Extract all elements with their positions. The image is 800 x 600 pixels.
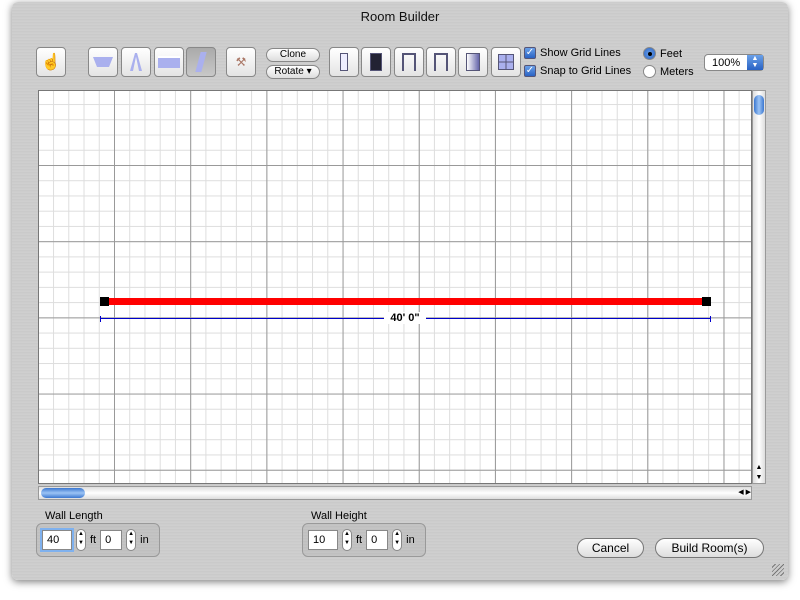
snap-grid-label: Snap to Grid Lines xyxy=(540,65,632,77)
checkmark-icon: ✓ xyxy=(524,47,536,59)
show-grid-label: Show Grid Lines xyxy=(540,47,621,59)
snap-grid-checkbox[interactable]: ✓ Snap to Grid Lines xyxy=(524,65,631,77)
wall-height-label: Wall Height xyxy=(311,510,367,522)
parallel-walls-tool-button[interactable] xyxy=(154,47,184,77)
scroll-arrows[interactable]: ▲ ▼ xyxy=(753,463,765,483)
radio-unselected-icon xyxy=(643,65,656,78)
meters-radio[interactable]: Meters xyxy=(643,65,694,78)
sledgehammer-icon: ⚒ xyxy=(235,55,247,69)
wall-height-group: 10 ▲ ▼ ft 0 ▲ ▼ in xyxy=(302,523,426,557)
cancel-button[interactable]: Cancel xyxy=(577,538,644,558)
wall-endpoint-handle[interactable] xyxy=(702,297,711,306)
angled-walls-icon xyxy=(130,53,142,71)
double-opening-icon xyxy=(434,53,448,71)
arch-icon xyxy=(466,53,480,71)
room-icon xyxy=(93,57,113,67)
build-rooms-button[interactable]: Build Room(s) xyxy=(655,538,764,558)
feet-label: Feet xyxy=(660,47,683,60)
zoom-value: 100% xyxy=(712,57,741,69)
horizontal-scrollbar[interactable]: ◀ ▶ xyxy=(38,486,752,500)
hand-icon: ☝ xyxy=(41,54,61,71)
radio-selected-icon xyxy=(643,47,656,60)
wall-length-in-stepper[interactable]: ▲ ▼ xyxy=(126,529,137,551)
vertical-scrollbar[interactable]: ▲ ▼ xyxy=(752,90,766,484)
in-unit: in xyxy=(140,534,149,546)
arch-tool-button[interactable] xyxy=(458,47,488,77)
checkmark-icon: ✓ xyxy=(524,65,536,77)
hand-tool-button[interactable]: ☝ xyxy=(36,47,66,77)
demolish-tool-button[interactable]: ⚒ xyxy=(226,47,256,77)
in-unit: in xyxy=(406,534,415,546)
floor-plan-canvas[interactable]: 40' 0" xyxy=(38,90,752,484)
window-icon xyxy=(498,54,514,70)
meters-label: Meters xyxy=(660,65,694,78)
scroll-arrows[interactable]: ◀ ▶ xyxy=(738,487,751,499)
window-tool-button[interactable] xyxy=(491,47,521,77)
wall-height-in-stepper[interactable]: ▲ ▼ xyxy=(392,529,403,551)
show-grid-checkbox[interactable]: ✓ Show Grid Lines xyxy=(524,47,621,59)
ft-unit: ft xyxy=(90,534,97,546)
zoom-select[interactable]: 100% ▲ ▼ xyxy=(704,54,764,71)
single-wall-icon xyxy=(195,52,207,72)
resize-grip-icon[interactable] xyxy=(772,564,784,576)
room-tool-button[interactable] xyxy=(88,47,118,77)
dimension-label: 40' 0" xyxy=(384,312,426,324)
feet-radio[interactable]: Feet xyxy=(643,47,682,60)
opening-tool-button[interactable] xyxy=(394,47,424,77)
rotate-menu-button[interactable]: Rotate ▾ xyxy=(266,65,320,79)
single-wall-tool-button[interactable] xyxy=(186,47,216,77)
opening-icon xyxy=(402,53,416,71)
wall-height-in-input[interactable]: 0 xyxy=(366,530,389,550)
door-tool-button[interactable] xyxy=(329,47,359,77)
wall-length-ft-input[interactable]: 40 xyxy=(42,530,72,550)
wall[interactable] xyxy=(104,298,707,305)
door-icon xyxy=(340,53,348,71)
double-opening-tool-button[interactable] xyxy=(426,47,456,77)
wall-endpoint-handle[interactable] xyxy=(100,297,109,306)
horizontal-scroll-thumb[interactable] xyxy=(41,488,85,498)
wall-length-in-input[interactable]: 0 xyxy=(100,530,123,550)
updown-arrows-icon: ▲ ▼ xyxy=(747,55,763,70)
double-door-icon xyxy=(370,53,382,71)
wall-height-ft-stepper[interactable]: ▲ ▼ xyxy=(342,529,352,551)
room-builder-window: Room Builder ☝ ⚒ Clone Rotate ▾ ✓ Show Gr… xyxy=(12,2,788,580)
parallel-walls-icon xyxy=(158,56,180,68)
wall-height-ft-input[interactable]: 10 xyxy=(308,530,338,550)
angled-walls-tool-button[interactable] xyxy=(121,47,151,77)
wall-length-group: 40 ▲ ▼ ft 0 ▲ ▼ in xyxy=(36,523,160,557)
wall-length-ft-stepper[interactable]: ▲ ▼ xyxy=(76,529,86,551)
window-title: Room Builder xyxy=(360,9,440,24)
ft-unit: ft xyxy=(356,534,363,546)
double-door-tool-button[interactable] xyxy=(361,47,391,77)
clone-button[interactable]: Clone xyxy=(266,48,320,62)
wall-length-label: Wall Length xyxy=(45,510,103,522)
vertical-scroll-thumb[interactable] xyxy=(754,95,764,115)
